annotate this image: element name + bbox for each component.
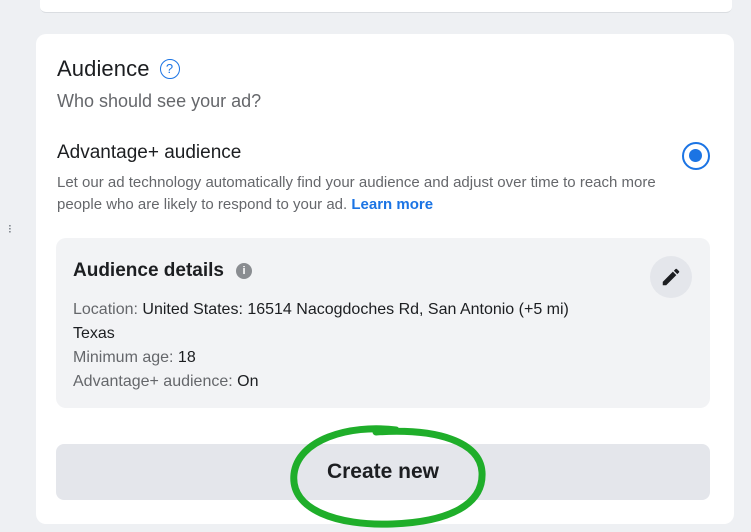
scroll-handle[interactable]: ⁝ bbox=[8, 222, 12, 236]
audience-subtitle: Who should see your ad? bbox=[57, 91, 262, 111]
audience-details-box: Audience details i Location: United Stat… bbox=[56, 238, 710, 408]
location-value: United States: 16514 Nacogdoches Rd, San… bbox=[142, 301, 569, 318]
audience-details-title: Audience details bbox=[73, 260, 224, 281]
audience-card: Audience ? Who should see your ad? Advan… bbox=[36, 34, 734, 528]
audience-heading: Audience bbox=[57, 56, 150, 81]
edit-audience-button[interactable] bbox=[650, 256, 692, 298]
learn-more-link[interactable]: Learn more bbox=[351, 196, 433, 213]
location-line: Location: United States: 16514 Nacogdoch… bbox=[73, 298, 693, 322]
min-age-label: Minimum age: bbox=[73, 349, 178, 366]
min-age-line: Minimum age: 18 bbox=[73, 346, 693, 370]
pencil-icon bbox=[662, 268, 680, 286]
min-age-value: 18 bbox=[177, 349, 196, 366]
location-label: Location: bbox=[73, 301, 143, 318]
radio-selected-dot bbox=[689, 149, 702, 162]
advantage-status-line: Advantage+ audience: On bbox=[73, 370, 693, 394]
create-new-button[interactable]: Create new bbox=[56, 444, 710, 500]
previous-card-edge bbox=[40, 0, 732, 13]
advantage-audience-description: Let our ad technology automatically find… bbox=[57, 172, 667, 216]
advantage-audience-title: Advantage+ audience bbox=[57, 142, 242, 163]
advantage-status-label: Advantage+ audience: bbox=[73, 373, 238, 390]
location-value-line2: Texas bbox=[73, 325, 115, 342]
audience-heading-row: Audience ? bbox=[57, 56, 180, 82]
audience-details-title-row: Audience details i bbox=[73, 260, 252, 282]
info-icon[interactable]: i bbox=[236, 263, 252, 279]
advantage-audience-radio[interactable] bbox=[682, 142, 710, 170]
advantage-status-value: On bbox=[237, 373, 259, 390]
audience-details-lines: Location: United States: 16514 Nacogdoch… bbox=[73, 298, 693, 394]
help-icon[interactable]: ? bbox=[159, 59, 180, 79]
